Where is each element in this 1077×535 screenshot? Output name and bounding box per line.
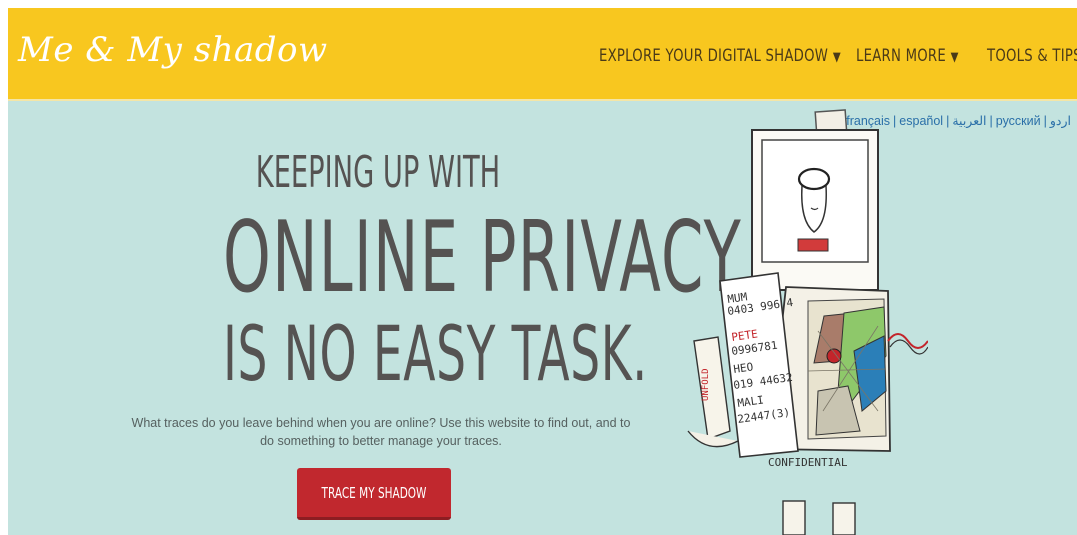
arm-label: UNFOLD [701, 368, 711, 401]
lang-separator: | [989, 114, 993, 128]
lang-separator: | [946, 114, 950, 128]
trace-my-shadow-label: TRACE MY SHADOW [321, 484, 427, 502]
robot-legs [782, 500, 856, 535]
hero-section: français | español | العربية | русский | اردو KE… [8, 101, 1077, 535]
lang-link-urdu[interactable]: اردو [1050, 114, 1071, 128]
site-logo[interactable]: Me & My shadow [18, 30, 328, 70]
nav-explore-digital-shadow[interactable]: EXPLORE YOUR DIGITAL SHADOW ▼ [599, 46, 841, 66]
lang-separator: | [1043, 114, 1047, 128]
nav-explore-label: EXPLORE YOUR DIGITAL SHADOW [599, 46, 829, 66]
chevron-down-icon: ▼ [832, 50, 841, 65]
hero-description: What traces do you leave behind when you… [131, 416, 631, 448]
headline-line-3: IS NO EASY TASK. [223, 309, 648, 398]
lang-link-russian[interactable]: русский [996, 114, 1041, 128]
headline-line-1: KEEPING UP WITH [255, 147, 501, 198]
lang-link-arabic[interactable]: العربية [952, 114, 986, 128]
confidential-label: CONFIDENTIAL [768, 456, 848, 469]
confidential-text: CONFIDENTIAL [768, 456, 848, 469]
polaroid-photo [751, 129, 879, 291]
site-header: Me & My shadow EXPLORE YOUR DIGITAL SHAD… [8, 8, 1077, 101]
page-left-margin [0, 0, 8, 535]
nav-tools-tips-label: TOOLS & TIPS [987, 46, 1077, 66]
note-line-5: HEO [733, 360, 754, 376]
nav-learn-more[interactable]: LEARN MORE ▼ [856, 46, 959, 66]
chevron-down-icon: ▼ [950, 50, 959, 65]
right-arm-spring [887, 333, 928, 355]
headline-line-2: ONLINE PRIVACY [223, 201, 742, 315]
nav-tools-tips[interactable]: TOOLS & TIPS [987, 46, 1077, 66]
robot-illustration: MUM 0403 996 4 PETE 0996781 HEO 019 4463… [687, 109, 928, 535]
phone-number-note: MUM 0403 996 4 PETE 0996781 HEO 019 4463… [719, 272, 799, 458]
trace-my-shadow-button[interactable]: TRACE MY SHADOW [297, 468, 451, 520]
nav-learn-more-label: LEARN MORE [856, 46, 947, 66]
